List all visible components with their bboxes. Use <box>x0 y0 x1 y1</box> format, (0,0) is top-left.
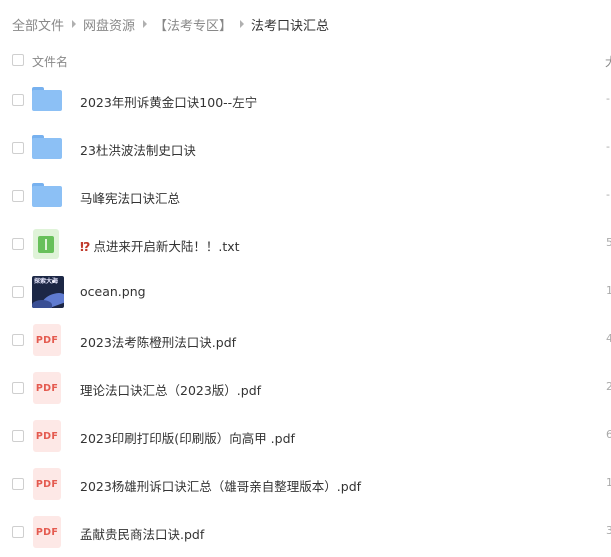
folder-icon <box>32 87 62 111</box>
folder-icon <box>32 135 62 159</box>
row-checkbox[interactable] <box>12 238 24 250</box>
pdf-file-icon: PDF <box>33 324 61 356</box>
select-all-checkbox[interactable] <box>12 54 24 66</box>
file-name[interactable]: 23杜洪波法制史口诀 <box>80 140 196 159</box>
file-row[interactable]: 探索大海 ocean.png 1 <box>0 268 611 316</box>
file-size: 1 <box>606 284 611 297</box>
column-header-filename[interactable]: 文件名 <box>32 53 68 70</box>
breadcrumb: 全部文件 网盘资源 【法考专区】 法考口诀汇总 <box>12 14 329 34</box>
pdf-file-icon: PDF <box>33 516 61 548</box>
row-checkbox[interactable] <box>12 526 24 538</box>
file-row[interactable]: PDF 2023印刷打印版(印刷版）向高甲 .pdf 6 <box>0 412 611 460</box>
chevron-right-icon <box>240 20 245 28</box>
pdf-file-icon: PDF <box>33 420 61 452</box>
file-row[interactable]: PDF 2023杨雄刑诉口诀汇总（雄哥亲自整理版本）.pdf 1 <box>0 460 611 508</box>
file-size: - <box>606 188 610 201</box>
file-name[interactable]: 2023法考陈橙刑法口诀.pdf <box>80 332 236 351</box>
file-name-text: 点进来开启新大陆！！.txt <box>93 239 240 254</box>
chevron-right-icon <box>143 20 148 28</box>
file-row[interactable]: 马峰宪法口诀汇总 - <box>0 172 611 220</box>
breadcrumb-law-exam-zone[interactable]: 【法考专区】 <box>154 15 232 34</box>
file-row[interactable]: 2023年刑诉黄金口诀100--左宁 - <box>0 76 611 124</box>
file-name[interactable]: 马峰宪法口诀汇总 <box>80 188 180 207</box>
file-name[interactable]: 2023杨雄刑诉口诀汇总（雄哥亲自整理版本）.pdf <box>80 476 361 495</box>
file-size: 1 <box>606 476 611 489</box>
row-checkbox[interactable] <box>12 478 24 490</box>
row-checkbox[interactable] <box>12 190 24 202</box>
file-row[interactable]: 23杜洪波法制史口诀 - <box>0 124 611 172</box>
file-row[interactable]: ⁉ 点进来开启新大陆！！.txt 5 <box>0 220 611 268</box>
file-size: 3 <box>606 524 611 537</box>
file-name[interactable]: ⁉ 点进来开启新大陆！！.txt <box>80 236 240 255</box>
row-checkbox[interactable] <box>12 430 24 442</box>
thumbnail-text: 探索大海 <box>34 278 59 285</box>
breadcrumb-cloud-resources[interactable]: 网盘资源 <box>83 15 135 34</box>
file-row[interactable]: PDF 孟献贵民商法口诀.pdf 3 <box>0 508 611 556</box>
txt-file-icon <box>33 229 59 259</box>
row-checkbox[interactable] <box>12 286 24 298</box>
column-header-size[interactable]: 大 <box>605 53 611 70</box>
row-checkbox[interactable] <box>12 382 24 394</box>
file-size: - <box>606 92 610 105</box>
file-name[interactable]: 2023印刷打印版(印刷版）向高甲 .pdf <box>80 428 295 447</box>
pdf-file-icon: PDF <box>33 372 61 404</box>
file-size: 5 <box>606 236 611 249</box>
image-thumbnail: 探索大海 <box>32 276 64 308</box>
file-row[interactable]: PDF 2023法考陈橙刑法口诀.pdf 4 <box>0 316 611 364</box>
breadcrumb-all-files[interactable]: 全部文件 <box>12 15 64 34</box>
file-name[interactable]: ocean.png <box>80 284 146 299</box>
file-size: 2 <box>606 380 611 393</box>
row-checkbox[interactable] <box>12 142 24 154</box>
file-name[interactable]: 孟献贵民商法口诀.pdf <box>80 524 204 543</box>
file-list-header: 文件名 大 <box>0 44 611 76</box>
row-checkbox[interactable] <box>12 94 24 106</box>
file-size: - <box>606 140 610 153</box>
pdf-file-icon: PDF <box>33 468 61 500</box>
file-size: 4 <box>606 332 611 345</box>
breadcrumb-current-folder: 法考口诀汇总 <box>251 18 330 34</box>
chevron-right-icon <box>72 20 77 28</box>
exclamation-question-icon: ⁉ <box>80 239 91 254</box>
file-row[interactable]: PDF 理论法口诀汇总（2023版）.pdf 2 <box>0 364 611 412</box>
folder-icon <box>32 183 62 207</box>
file-name[interactable]: 2023年刑诉黄金口诀100--左宁 <box>80 92 257 111</box>
row-checkbox[interactable] <box>12 334 24 346</box>
file-name[interactable]: 理论法口诀汇总（2023版）.pdf <box>80 380 261 399</box>
file-size: 6 <box>606 428 611 441</box>
